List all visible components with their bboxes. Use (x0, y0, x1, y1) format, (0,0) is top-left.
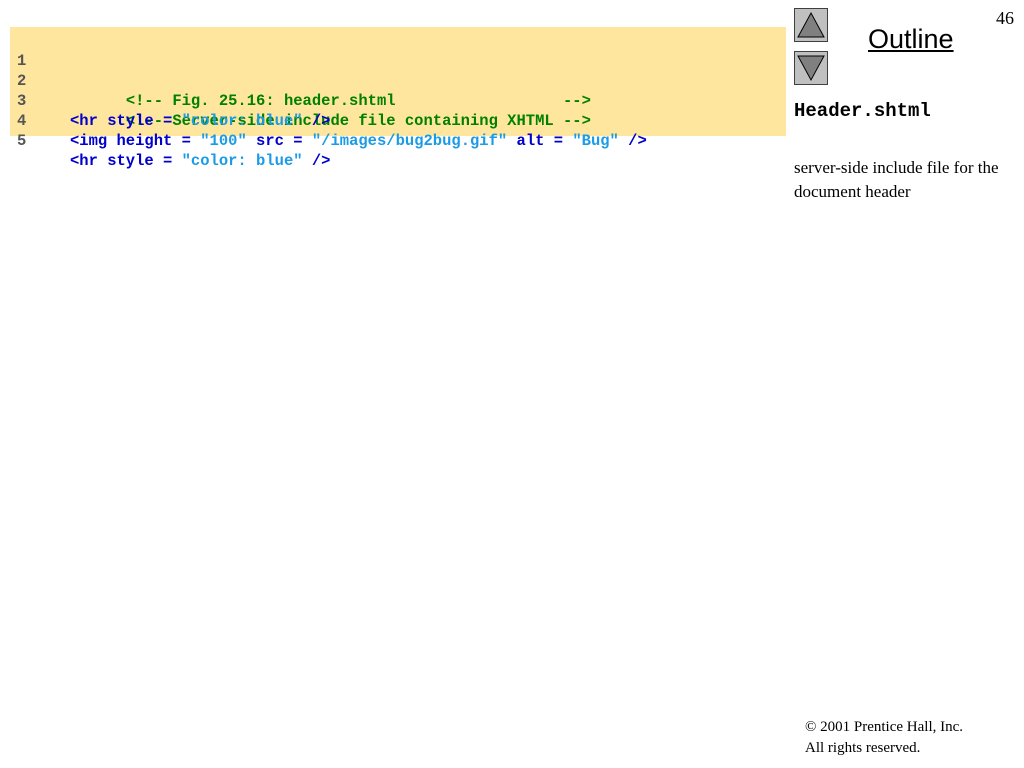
copyright-notice: © 2001 Prentice Hall, Inc. All rights re… (805, 717, 963, 759)
code-line: 5 <hr style = "color: blue" /> (10, 111, 330, 170)
next-slide-button[interactable] (794, 51, 828, 85)
code-token: <hr style = (70, 112, 182, 130)
copyright-line: © 2001 Prentice Hall, Inc. (805, 719, 964, 735)
down-triangle-icon (797, 55, 825, 82)
code-token: "color: blue" (181, 112, 303, 130)
up-triangle-icon (797, 11, 825, 38)
code-text: <img height = "100" src = "/images/bug2b… (70, 131, 647, 151)
slide-description: server-side include file for the documen… (794, 158, 999, 201)
code-text: <hr style = "color: blue" /> (70, 111, 330, 131)
code-token: <img height = (70, 132, 201, 150)
code-token: "Bug" (572, 132, 619, 150)
outline-link[interactable]: Outline (868, 24, 954, 55)
line-number: 5 (17, 132, 27, 150)
code-token: "/images/bug2bug.gif" (311, 132, 508, 150)
code-line: 1 <!-- Fig. 25.16: header.shtml --> (10, 31, 591, 110)
code-listing: 1 <!-- Fig. 25.16: header.shtml --> 2 <!… (10, 27, 786, 170)
code-token: /> (302, 152, 331, 170)
code-text: <hr style = "color: blue" /> (70, 151, 330, 171)
page-number: 46 (996, 8, 1014, 28)
rights-line: All rights reserved. (805, 740, 921, 756)
code-line: 3 <hr style = "color: blue" /> (10, 71, 330, 130)
code-token: "color: blue" (181, 152, 303, 170)
code-line: 2 <!-- Server-side include file containi… (10, 51, 591, 130)
code-line: 4 <img height = "100" src = "/images/bug… (10, 91, 647, 150)
code-token: /> (302, 112, 331, 130)
code-token: <hr style = (70, 152, 182, 170)
code-token: src = (246, 132, 312, 150)
file-title: Header.shtml (794, 100, 931, 122)
code-token: /> (618, 132, 647, 150)
previous-slide-button[interactable] (794, 8, 828, 42)
code-token: alt = (507, 132, 573, 150)
code-token: "100" (200, 132, 247, 150)
